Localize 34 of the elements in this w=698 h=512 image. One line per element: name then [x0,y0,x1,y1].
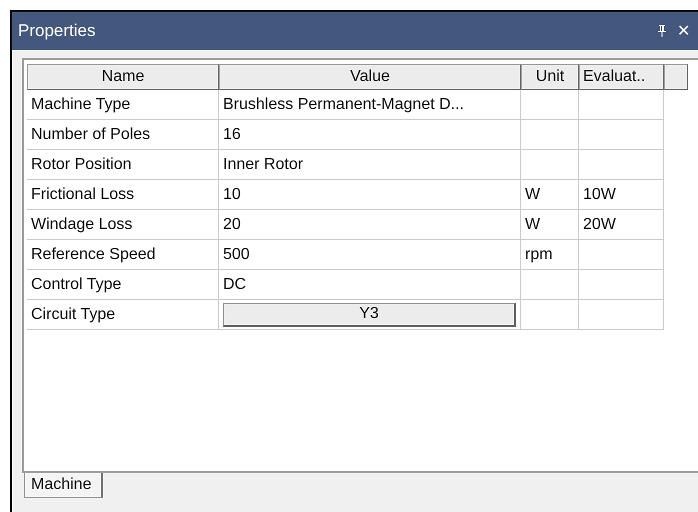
unit-cell [521,120,579,150]
value-cell: 20 [219,210,521,240]
value-cell: Brushless Permanent-Magnet D... [219,90,521,120]
value-cell: Inner Rotor [219,150,521,180]
name-cell: Frictional Loss [27,180,219,210]
unit-cell: W [521,210,579,240]
column-header[interactable]: Value [219,64,521,90]
name-cell: Rotor Position [27,150,219,180]
window-title: Properties [18,21,96,41]
evaluated-cell: 20W [579,210,664,240]
unit-cell [521,270,579,300]
name-cell: Control Type [27,270,219,300]
tab[interactable]: Machine [24,473,104,498]
value-cell: 500 [219,240,521,270]
close-button[interactable]: ✕ [677,21,690,41]
value-cell: DC [219,270,521,300]
column-header[interactable]: Unit [521,64,579,90]
name-cell: Machine Type [27,90,219,120]
value-cell: 10 [219,180,521,210]
name-cell: Windage Loss [27,210,219,240]
value-cell: 16 [219,120,521,150]
column-header [664,64,688,90]
column-header[interactable]: Evaluat.. [579,64,664,90]
column-header[interactable]: Name [27,64,219,90]
name-cell: Circuit Type [27,300,219,330]
unit-cell: W [521,180,579,210]
evaluated-cell: 10W [579,180,664,210]
unit-cell [521,90,579,120]
unit-cell [521,150,579,180]
value-button[interactable]: Y3 [223,302,516,326]
name-cell: Number of Poles [27,120,219,150]
name-cell: Reference Speed [27,240,219,270]
pin-icon[interactable] [657,24,667,38]
unit-cell: rpm [521,240,579,270]
